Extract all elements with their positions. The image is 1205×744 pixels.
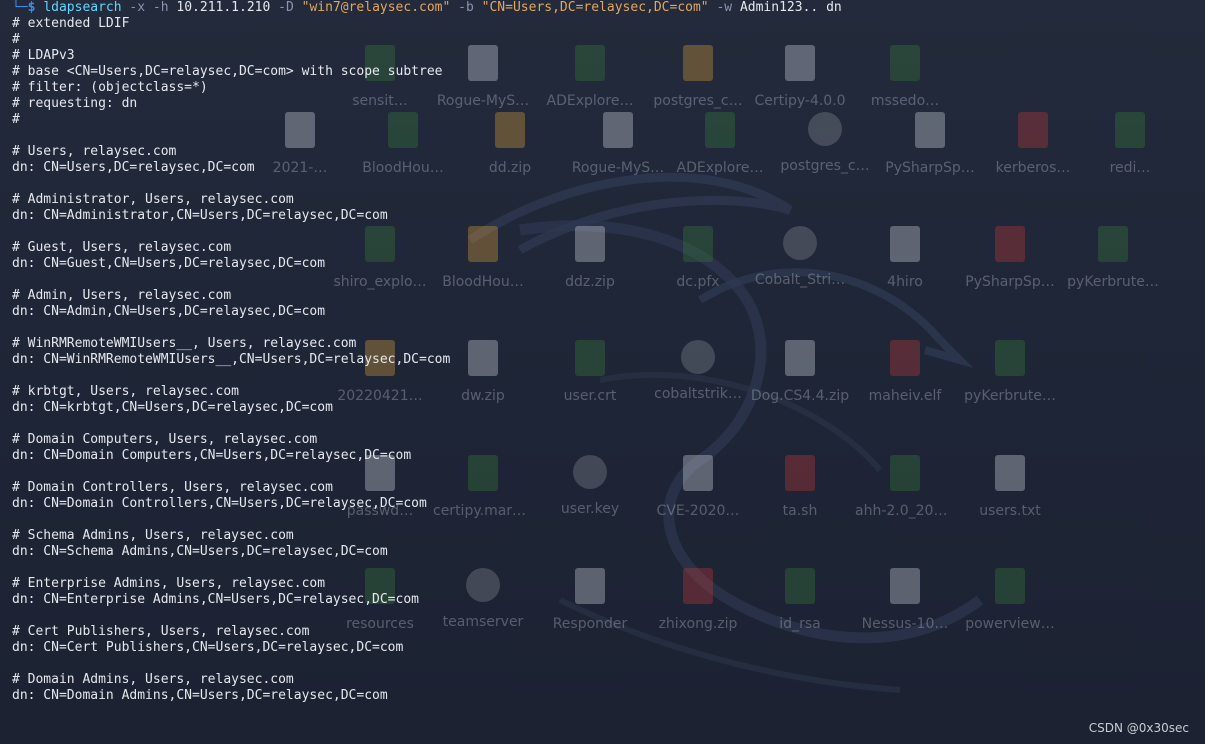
output-line: # Domain Controllers, Users, relaysec.co… xyxy=(12,480,333,495)
flag-D: -D xyxy=(278,0,294,15)
output-line: # WinRMRemoteWMIUsers__, Users, relaysec… xyxy=(12,336,357,351)
flag-b: -b xyxy=(458,0,474,15)
output-line: # Domain Admins, Users, relaysec.com xyxy=(12,672,294,687)
command-name: ldapsearch xyxy=(43,0,122,15)
terminal-output: # extended LDIF # # LDAPv3 # base <CN=Users… xyxy=(12,16,1205,704)
prompt-corner: └─ xyxy=(12,0,28,15)
output-line: # Domain Computers, Users, relaysec.com xyxy=(12,432,318,447)
output-line: # Cert Publishers, Users, relaysec.com xyxy=(12,624,310,639)
attribute-arg: dn xyxy=(826,0,842,15)
csdn-watermark: CSDN @0x30sec xyxy=(1088,721,1189,735)
output-line: dn: CN=WinRMRemoteWMIUsers__,CN=Users,DC… xyxy=(12,352,451,367)
output-line: dn: CN=Guest,CN=Users,DC=relaysec,DC=com xyxy=(12,256,326,271)
output-line: # Enterprise Admins, Users, relaysec.com xyxy=(12,576,326,591)
output-line: dn: CN=Schema Admins,CN=Users,DC=relayse… xyxy=(12,544,388,559)
output-line: # Users, relaysec.com xyxy=(12,144,177,159)
output-line: dn: CN=krbtgt,CN=Users,DC=relaysec,DC=co… xyxy=(12,400,333,415)
output-line: dn: CN=Domain Admins,CN=Users,DC=relayse… xyxy=(12,688,388,703)
bind-dn-arg: "win7@relaysec.com" xyxy=(301,0,451,15)
output-line: # Guest, Users, relaysec.com xyxy=(12,240,232,255)
flag-x: -x xyxy=(129,0,146,15)
host-arg: 10.211.1.210 xyxy=(176,0,271,15)
password-arg: Admin123.. xyxy=(739,0,819,15)
output-line: dn: CN=Admin,CN=Users,DC=relaysec,DC=com xyxy=(12,304,326,319)
output-line: # extended LDIF xyxy=(12,16,130,31)
output-line: dn: CN=Cert Publishers,CN=Users,DC=relay… xyxy=(12,640,404,655)
output-line: # LDAPv3 xyxy=(12,48,75,63)
flag-h: -h xyxy=(152,0,169,15)
output-line: # base <CN=Users,DC=relaysec,DC=com> wit… xyxy=(12,64,443,79)
output-line: # Administrator, Users, relaysec.com xyxy=(12,192,294,207)
terminal-window[interactable]: └─$ ldapsearch -x -h 10.211.1.210 -D "wi… xyxy=(12,0,1205,744)
output-line: # requesting: dn xyxy=(12,96,138,111)
output-line: dn: CN=Domain Computers,CN=Users,DC=rela… xyxy=(12,448,412,463)
base-dn-arg: "CN=Users,DC=relaysec,DC=com" xyxy=(481,0,709,15)
output-line: dn: CN=Enterprise Admins,CN=Users,DC=rel… xyxy=(12,592,419,607)
output-line: # Schema Admins, Users, relaysec.com xyxy=(12,528,294,543)
output-line: # krbtgt, Users, relaysec.com xyxy=(12,384,239,399)
output-line: dn: CN=Administrator,CN=Users,DC=relayse… xyxy=(12,208,388,223)
terminal-prompt-line: └─$ ldapsearch -x -h 10.211.1.210 -D "wi… xyxy=(12,0,1205,16)
flag-w: -w xyxy=(716,0,733,15)
output-line: dn: CN=Users,DC=relaysec,DC=com xyxy=(12,160,255,175)
output-line: # Admin, Users, relaysec.com xyxy=(12,288,232,303)
output-line: # xyxy=(12,112,20,127)
output-line: # filter: (objectclass=*) xyxy=(12,80,208,95)
output-line: dn: CN=Domain Controllers,CN=Users,DC=re… xyxy=(12,496,427,511)
prompt-dollar: $ xyxy=(27,0,36,15)
output-line: # xyxy=(12,32,20,47)
